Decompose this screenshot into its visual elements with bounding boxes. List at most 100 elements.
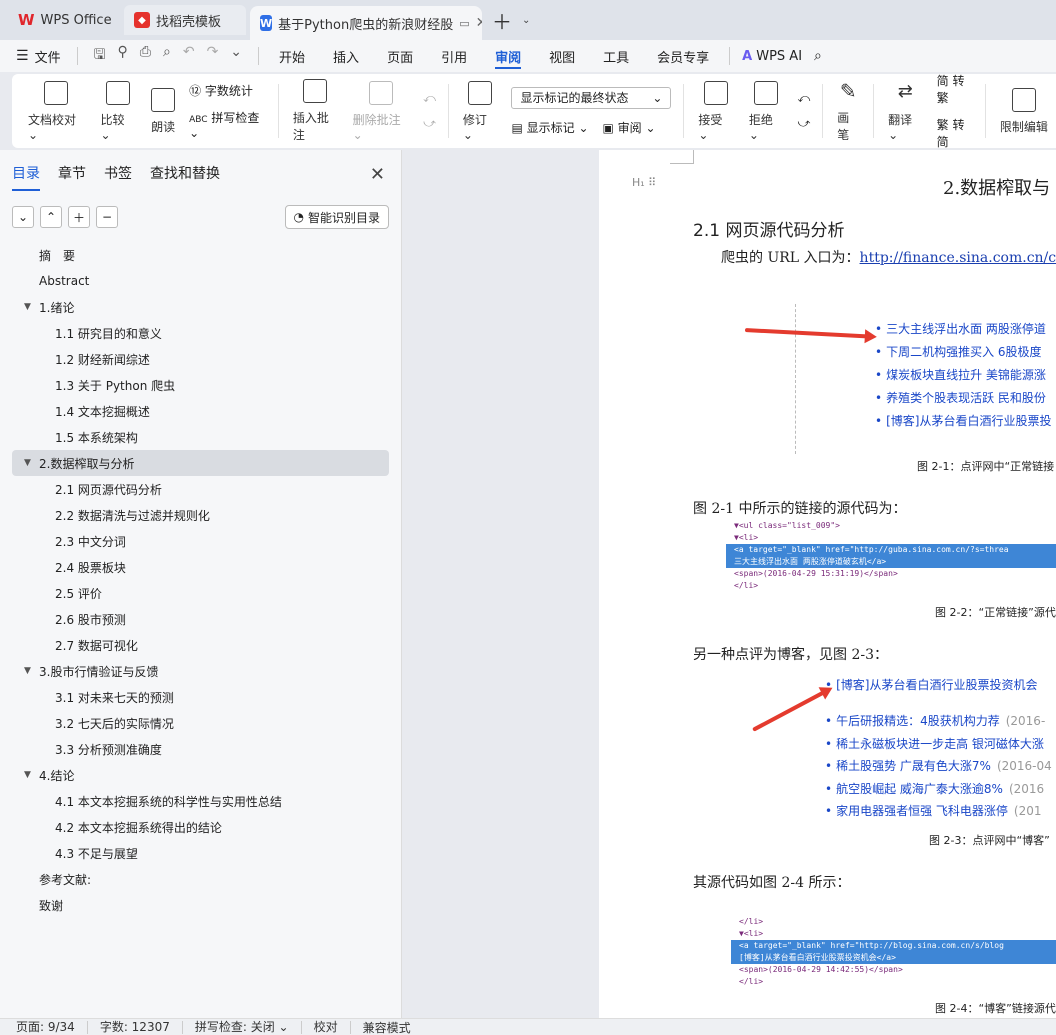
caret-down-icon[interactable]: ▼ xyxy=(24,666,39,676)
next-comment-icon[interactable]: ⤻ xyxy=(423,116,436,131)
toc-item[interactable]: 1.4 文本挖掘概述 xyxy=(0,398,401,424)
toc-item[interactable]: 致谢 xyxy=(0,892,401,918)
print-icon[interactable]: ⎙ xyxy=(140,44,151,68)
close-icon[interactable]: ✕ xyxy=(476,15,482,31)
read-aloud-button[interactable]: 朗读 xyxy=(143,87,183,135)
toc-item[interactable]: ▼ 2.数据榨取与分析 xyxy=(12,450,389,476)
next-change-icon[interactable]: ⤻ xyxy=(798,116,811,131)
menu-review[interactable]: 审阅 xyxy=(481,40,535,72)
reject-button[interactable]: 拒绝 ⌄ xyxy=(741,80,792,142)
menu-page[interactable]: 页面 xyxy=(373,40,427,72)
restrict-edit-button[interactable]: 限制编辑 xyxy=(992,87,1056,135)
wps-ai-button[interactable]: WPS AI xyxy=(756,49,802,64)
redo-icon[interactable]: ↷ xyxy=(207,44,219,68)
toc-item[interactable]: ▼ 3.股市行情验证与反馈 xyxy=(0,658,401,684)
word-count-button[interactable]: ⑫ 字数统计 xyxy=(189,82,266,99)
translate-button[interactable]: ⇄ 翻译 ⌄ xyxy=(880,81,931,142)
file-menu[interactable]: 文件 xyxy=(35,47,61,66)
nav-tab-chapter[interactable]: 章节 xyxy=(58,163,86,183)
spell-check-button[interactable]: ABC 拼写检查 ⌄ xyxy=(189,109,266,140)
news-link[interactable]: • 煤炭板块直线拉升 美锦能源涨 xyxy=(875,366,1046,383)
page-indicator[interactable]: 页面: 9/34 xyxy=(16,1020,88,1034)
delete-comment-button[interactable]: 删除批注 ⌄ xyxy=(345,80,417,142)
toc-item[interactable]: 4.1 本文本挖掘系统的科学性与实用性总结 xyxy=(0,788,401,814)
toc-item[interactable]: 1.1 研究目的和意义 xyxy=(0,320,401,346)
word-count-indicator[interactable]: 字数: 12307 xyxy=(100,1020,183,1034)
toc-item[interactable]: 4.2 本文本挖掘系统得出的结论 xyxy=(0,814,401,840)
toc-item[interactable]: 1.3 关于 Python 爬虫 xyxy=(0,372,401,398)
url-link[interactable]: http://finance.sina.com.cn/co xyxy=(860,250,1056,266)
print-preview-icon[interactable]: ⌕ xyxy=(163,44,171,68)
menu-member[interactable]: 会员专享 xyxy=(643,40,723,72)
review-pane-button[interactable]: ▣ 审阅 ⌄ xyxy=(603,119,656,136)
heading-handle-icon[interactable]: H₁ ⠿ xyxy=(632,176,656,189)
toc-item[interactable]: 2.7 数据可视化 xyxy=(0,632,401,658)
pen-button[interactable]: ✎ 画笔 xyxy=(829,79,867,143)
tab-template[interactable]: ◆ 找稻壳模板 xyxy=(124,5,246,35)
save-icon[interactable]: 🖫 xyxy=(94,44,106,68)
previous-comment-icon[interactable]: ⤺ xyxy=(423,91,436,106)
add-tab-icon[interactable]: ＋ xyxy=(486,6,518,35)
news-link[interactable]: • 家用电器强者恒强 飞科电器涨停 (201 xyxy=(825,802,1042,819)
menu-tools[interactable]: 工具 xyxy=(589,40,643,72)
toc-item[interactable]: 2.3 中文分词 xyxy=(0,528,401,554)
add-level-icon[interactable]: ＋ xyxy=(68,206,90,228)
menu-reference[interactable]: 引用 xyxy=(427,40,481,72)
news-link[interactable]: • [博客]从茅台看白酒行业股票投 xyxy=(875,412,1051,429)
toc-item[interactable]: 4.3 不足与展望 xyxy=(0,840,401,866)
toc-item[interactable]: 2.5 评价 xyxy=(0,580,401,606)
nav-tab-bookmark[interactable]: 书签 xyxy=(104,163,132,183)
toc-item[interactable]: 2.6 股市预测 xyxy=(0,606,401,632)
toc-item[interactable]: Abstract xyxy=(0,268,401,294)
search-icon[interactable]: ⌕ xyxy=(814,48,822,64)
compare-button[interactable]: 比较 ⌄ xyxy=(92,80,143,142)
doc-check-button[interactable]: 文档校对 ⌄ xyxy=(20,80,92,142)
toc-item[interactable]: 2.4 股票板块 xyxy=(0,554,401,580)
news-link[interactable]: • 三大主线浮出水面 两股涨停道 xyxy=(875,320,1046,337)
caret-down-icon[interactable]: ▼ xyxy=(24,770,39,780)
spell-check-status[interactable]: 拼写检查: 关闭 ⌄ xyxy=(195,1020,302,1034)
toc-item[interactable]: ▼ 1.绪论 xyxy=(0,294,401,320)
smart-toc-button[interactable]: ◔ 智能识别目录 xyxy=(284,205,389,229)
toc-item[interactable]: 1.5 本系统架构 xyxy=(0,424,401,450)
news-link[interactable]: • 航空股崛起 威海广泰大涨逾8% (2016 xyxy=(825,780,1044,797)
to-simplified-button[interactable]: 繁 转简 xyxy=(937,116,973,150)
toc-item[interactable]: 3.1 对未来七天的预测 xyxy=(0,684,401,710)
menu-home[interactable]: 开始 xyxy=(265,40,319,72)
accept-button[interactable]: 接受 ⌄ xyxy=(690,80,741,142)
toc-item[interactable]: 1.2 财经新闻综述 xyxy=(0,346,401,372)
chevron-down-icon[interactable]: ⌄ xyxy=(230,44,242,68)
revise-button[interactable]: 修订 ⌄ xyxy=(455,80,506,142)
undo-icon[interactable]: ↶ xyxy=(183,44,195,68)
toc-item[interactable]: 摘 要 xyxy=(0,242,401,268)
menu-insert[interactable]: 插入 xyxy=(319,40,373,72)
caret-down-icon[interactable]: ▼ xyxy=(24,302,39,312)
nav-tab-find-replace[interactable]: 查找和替换 xyxy=(150,163,220,183)
previous-change-icon[interactable]: ⤺ xyxy=(798,91,811,106)
markup-state-select[interactable]: 显示标记的最终状态 ⌄ xyxy=(511,86,672,109)
news-link[interactable]: • 稀土永磁板块进一步走高 银河磁体大涨 xyxy=(825,735,1050,752)
toc-item[interactable]: 2.1 网页源代码分析 xyxy=(0,476,401,502)
toc-item[interactable]: 3.3 分析预测准确度 xyxy=(0,736,401,762)
menu-view[interactable]: 视图 xyxy=(535,40,589,72)
tab-wps-office[interactable]: W WPS Office xyxy=(8,5,120,35)
news-link[interactable]: • 养殖类个股表现活跃 民和股份 xyxy=(875,389,1046,406)
share-icon[interactable]: ⚲ xyxy=(118,44,128,68)
news-link[interactable]: • 稀土股强势 广晟有色大涨7% (2016-04 xyxy=(825,757,1052,774)
news-link[interactable]: • [博客]从茅台看白酒行业股票投资机会 xyxy=(825,676,1043,693)
nav-tab-toc[interactable]: 目录 xyxy=(12,163,40,191)
show-markup-button[interactable]: ▤ 显示标记 ⌄ xyxy=(511,119,588,136)
insert-comment-button[interactable]: 插入批注 xyxy=(285,79,345,143)
toc-item[interactable]: 2.2 数据清洗与过滤并规则化 xyxy=(0,502,401,528)
toc-item[interactable]: 3.2 七天后的实际情况 xyxy=(0,710,401,736)
collapse-icon[interactable]: ⌃ xyxy=(40,206,62,228)
news-link[interactable]: • 下周二机构强推买入 6股极度 xyxy=(875,343,1042,360)
expand-icon[interactable]: ⌄ xyxy=(12,206,34,228)
monitor-icon[interactable]: ▭ xyxy=(459,17,469,30)
toc-item[interactable]: ▼ 4.结论 xyxy=(0,762,401,788)
news-link[interactable]: • 午后研报精选：4股获机构力荐 (2016- xyxy=(825,712,1045,729)
proofread-status[interactable]: 校对 xyxy=(314,1020,351,1034)
remove-level-icon[interactable]: − xyxy=(96,206,118,228)
tab-document[interactable]: W 基于Python爬虫的新浪财经股 ▭ ✕ xyxy=(250,6,482,40)
to-traditional-button[interactable]: 简 转繁 xyxy=(937,72,973,106)
